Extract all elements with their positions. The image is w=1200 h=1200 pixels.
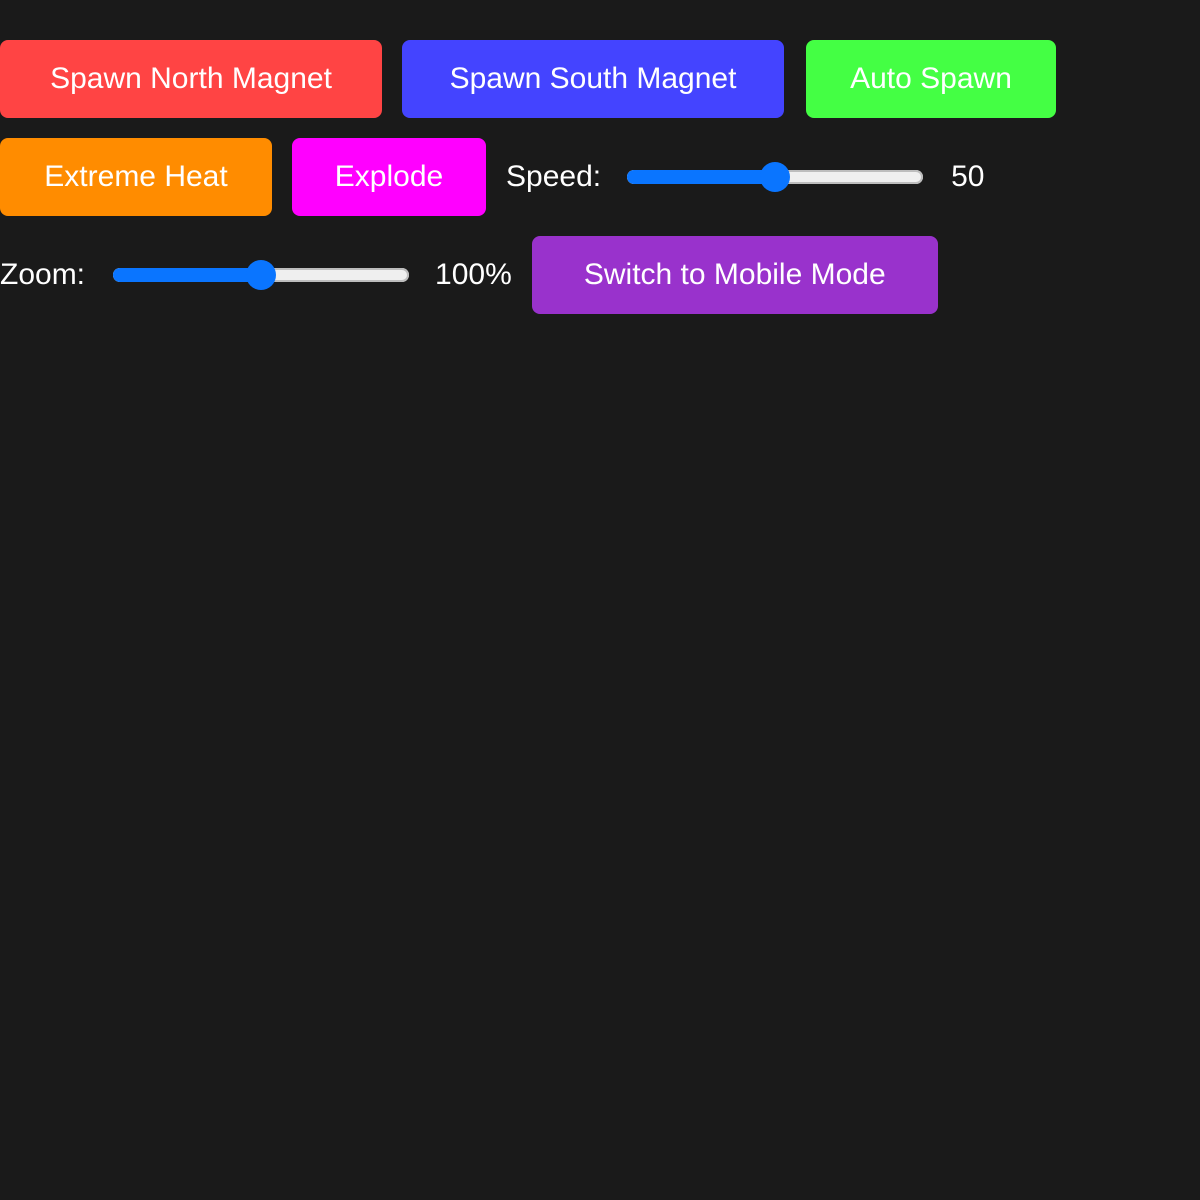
speed-slider-fill xyxy=(627,170,776,184)
control-row-magnets: Spawn North Magnet Spawn South Magnet Au… xyxy=(0,40,1056,118)
explode-button[interactable]: Explode xyxy=(292,138,486,216)
zoom-slider-thumb[interactable] xyxy=(246,260,277,290)
speed-slider-thumb[interactable] xyxy=(760,162,791,192)
speed-label: Speed: xyxy=(506,160,602,193)
zoom-label: Zoom: xyxy=(0,258,86,291)
control-row-view: Zoom: 100% Switch to Mobile Mode xyxy=(0,236,938,314)
zoom-value: 100% xyxy=(435,258,512,291)
speed-value: 50 xyxy=(951,160,985,193)
speed-slider[interactable] xyxy=(627,162,924,192)
zoom-slider-fill xyxy=(113,268,262,282)
extreme-heat-button[interactable]: Extreme Heat xyxy=(0,138,272,216)
spawn-south-magnet-button[interactable]: Spawn South Magnet xyxy=(402,40,784,118)
auto-spawn-button[interactable]: Auto Spawn xyxy=(806,40,1056,118)
control-row-effects: Extreme Heat Explode Speed: 50 xyxy=(0,138,984,216)
zoom-slider[interactable] xyxy=(113,260,410,290)
switch-to-mobile-mode-button[interactable]: Switch to Mobile Mode xyxy=(531,236,938,314)
spawn-north-magnet-button[interactable]: Spawn North Magnet xyxy=(0,40,382,118)
